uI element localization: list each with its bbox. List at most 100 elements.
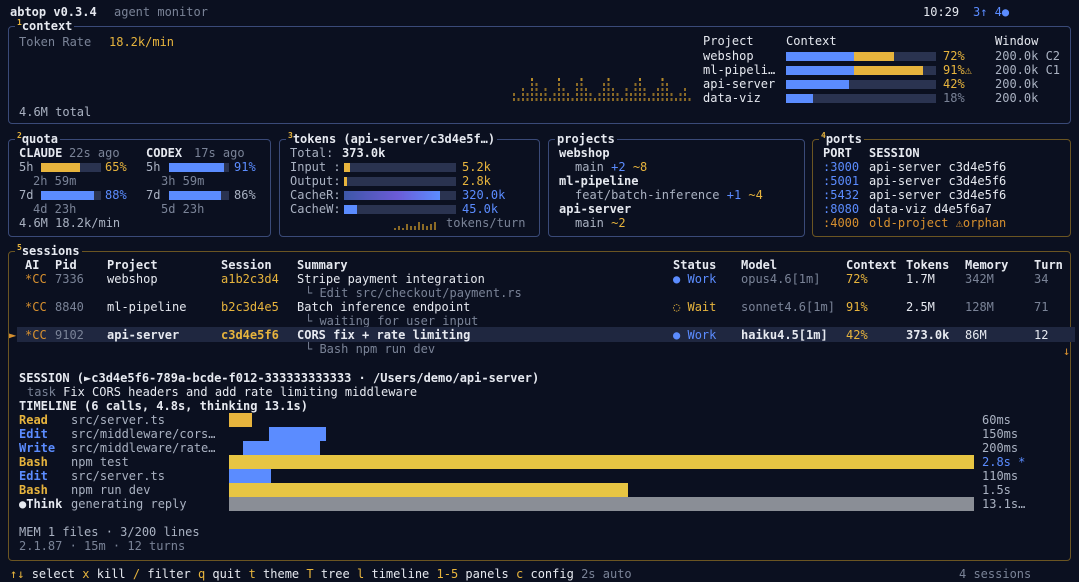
sessions-header-ai: AI xyxy=(25,258,40,272)
ctx-project-name[interactable]: webshop xyxy=(703,49,754,63)
port-number[interactable]: :5432 xyxy=(823,188,859,202)
codex-7d-reset: 5d 23h xyxy=(161,202,205,216)
codex-7d-pct: 86% xyxy=(234,188,256,202)
codex-5h-label: 5h xyxy=(146,160,161,174)
ctx-window: 200.0k C1 xyxy=(995,63,1061,77)
keybinding-timeline[interactable]: l timeline xyxy=(357,567,429,581)
timeline-duration: 110ms xyxy=(982,469,1019,483)
keybinding-theme[interactable]: t theme xyxy=(249,567,300,581)
claude-7d-reset: 4d 23h xyxy=(33,202,77,216)
key-filter: / xyxy=(132,567,141,581)
ports-panel-title: 4ports xyxy=(819,131,864,146)
token-row-bar xyxy=(344,177,456,186)
timeline-duration: 200ms xyxy=(982,441,1019,455)
ctx-header-window: Window xyxy=(995,34,1039,48)
ctx-usage-bar xyxy=(786,52,936,61)
timeline-arg: npm run dev xyxy=(71,483,151,497)
session-summary: Batch inference endpoint xyxy=(297,300,471,314)
timeline-arg: src/middleware/cors… xyxy=(71,427,216,441)
project-branch-line: main +2 ~8 xyxy=(575,160,647,174)
keybinding-kill[interactable]: x kill xyxy=(82,567,125,581)
session-summary: Stripe payment integration xyxy=(297,272,485,286)
keybinding-tree[interactable]: T tree xyxy=(306,567,349,581)
session-project: ml-pipeline xyxy=(107,300,187,314)
session-context: 42% xyxy=(846,328,868,342)
session-memory: 86M xyxy=(965,328,987,342)
timeline-bar xyxy=(268,427,327,441)
port-number[interactable]: :4000 xyxy=(823,216,859,230)
timeline-bar xyxy=(229,483,629,497)
timeline-arg: src/middleware/rate… xyxy=(71,441,216,455)
status-label: Work xyxy=(687,328,717,342)
codex-7d-label: 7d xyxy=(146,188,161,202)
port-session: api-server c3d4e5f6 xyxy=(869,174,1007,188)
timeline-bar xyxy=(229,455,974,469)
project-name[interactable]: webshop xyxy=(559,146,610,160)
quota-panel-title: 2quota xyxy=(15,131,60,146)
port-session: data-viz d4e5f6a7 xyxy=(869,202,992,216)
tokens-total-label: Total: xyxy=(290,146,334,160)
tokens-panel: 3tokens (api-server/c3d4e5f…) Total: 373… xyxy=(279,132,540,237)
session-tokens: 2.5M xyxy=(906,300,935,314)
project-modified: ~8 xyxy=(632,160,648,174)
total-tokens: 4.6M total xyxy=(19,105,92,119)
keybinding-select[interactable]: ↑↓ select xyxy=(10,567,75,581)
session-tokens: 373.0k xyxy=(906,328,950,342)
keybinding-panels[interactable]: 1-5 panels xyxy=(437,567,509,581)
key-label: panels xyxy=(465,567,509,581)
key-label: kill xyxy=(96,567,126,581)
scroll-down-indicator[interactable]: ↓ xyxy=(1063,344,1070,358)
project-modified: ~2 xyxy=(611,216,626,230)
keybinding-quit[interactable]: q quit xyxy=(198,567,241,581)
token-row-bar xyxy=(344,205,456,214)
sessions-header-summary: Summary xyxy=(297,258,348,272)
port-number[interactable]: :3000 xyxy=(823,160,859,174)
token-rate-sparkline xyxy=(513,78,691,101)
session-status: ◌ Wait xyxy=(673,300,716,314)
timeline-arg: src/server.ts xyxy=(71,413,165,427)
keybinding-config[interactable]: c config xyxy=(516,567,574,581)
token-row-bar xyxy=(344,163,456,172)
session-context: 72% xyxy=(846,272,868,286)
session-id: b2c3d4e5 xyxy=(221,300,279,314)
claude-ago: 22s ago xyxy=(69,146,120,160)
timeline-tool: Bash xyxy=(19,455,48,469)
key-panels: 1-5 xyxy=(436,567,459,581)
sessions-header-context: Context xyxy=(846,258,897,272)
tokens-per-turn-sparkline xyxy=(394,222,436,230)
port-number[interactable]: :8080 xyxy=(823,202,859,216)
claude-7d-bar xyxy=(41,191,101,200)
ctx-window: 200.0k C2 xyxy=(995,49,1061,63)
key-label: theme xyxy=(263,567,300,581)
token-row-value: 45.0k xyxy=(462,202,499,216)
ctx-percent: 42% xyxy=(943,77,965,91)
ctx-percent: 91%⚠ xyxy=(943,63,972,77)
memory-summary: MEM 1 files · 3/200 lines xyxy=(19,525,200,539)
project-name[interactable]: ml-pipeline xyxy=(559,174,638,188)
sessions-header-memory: Memory xyxy=(965,258,1009,272)
sessions-panel-title: 5sessions xyxy=(15,243,82,258)
project-name[interactable]: api-server xyxy=(559,202,631,216)
project-branch: feat/batch-inference xyxy=(575,188,720,202)
ctx-project-name[interactable]: ml-pipeli… xyxy=(703,63,775,77)
port-number[interactable]: :5001 xyxy=(823,174,859,188)
clock: 10:29 xyxy=(923,5,960,19)
token-row-label: CacheW: xyxy=(290,202,341,216)
keybindings-bar: ↑↓ select x kill / filter q quit t theme… xyxy=(10,567,632,581)
sessions-header-turn: Turn xyxy=(1034,258,1063,272)
project-branch-line: main ~2 xyxy=(575,216,626,230)
selection-marker: ► xyxy=(9,328,17,342)
codex-7d-bar xyxy=(169,191,229,200)
keybinding-filter[interactable]: / filter xyxy=(133,567,191,581)
ctx-project-name[interactable]: api-server xyxy=(703,77,775,91)
ctx-percent: 72% xyxy=(943,49,965,63)
timeline-duration: 150ms xyxy=(982,427,1019,441)
ctx-project-name[interactable]: data-viz xyxy=(703,91,761,105)
key-tree: T xyxy=(306,567,314,581)
project-modified: ~4 xyxy=(748,188,763,202)
session-activity: └ Edit src/checkout/payment.rs xyxy=(305,286,522,300)
claude-7d-pct: 88% xyxy=(105,188,127,202)
claude-5h-reset: 2h 59m xyxy=(33,174,77,188)
project-branch: main xyxy=(575,216,604,230)
timeline-bar xyxy=(243,441,320,455)
